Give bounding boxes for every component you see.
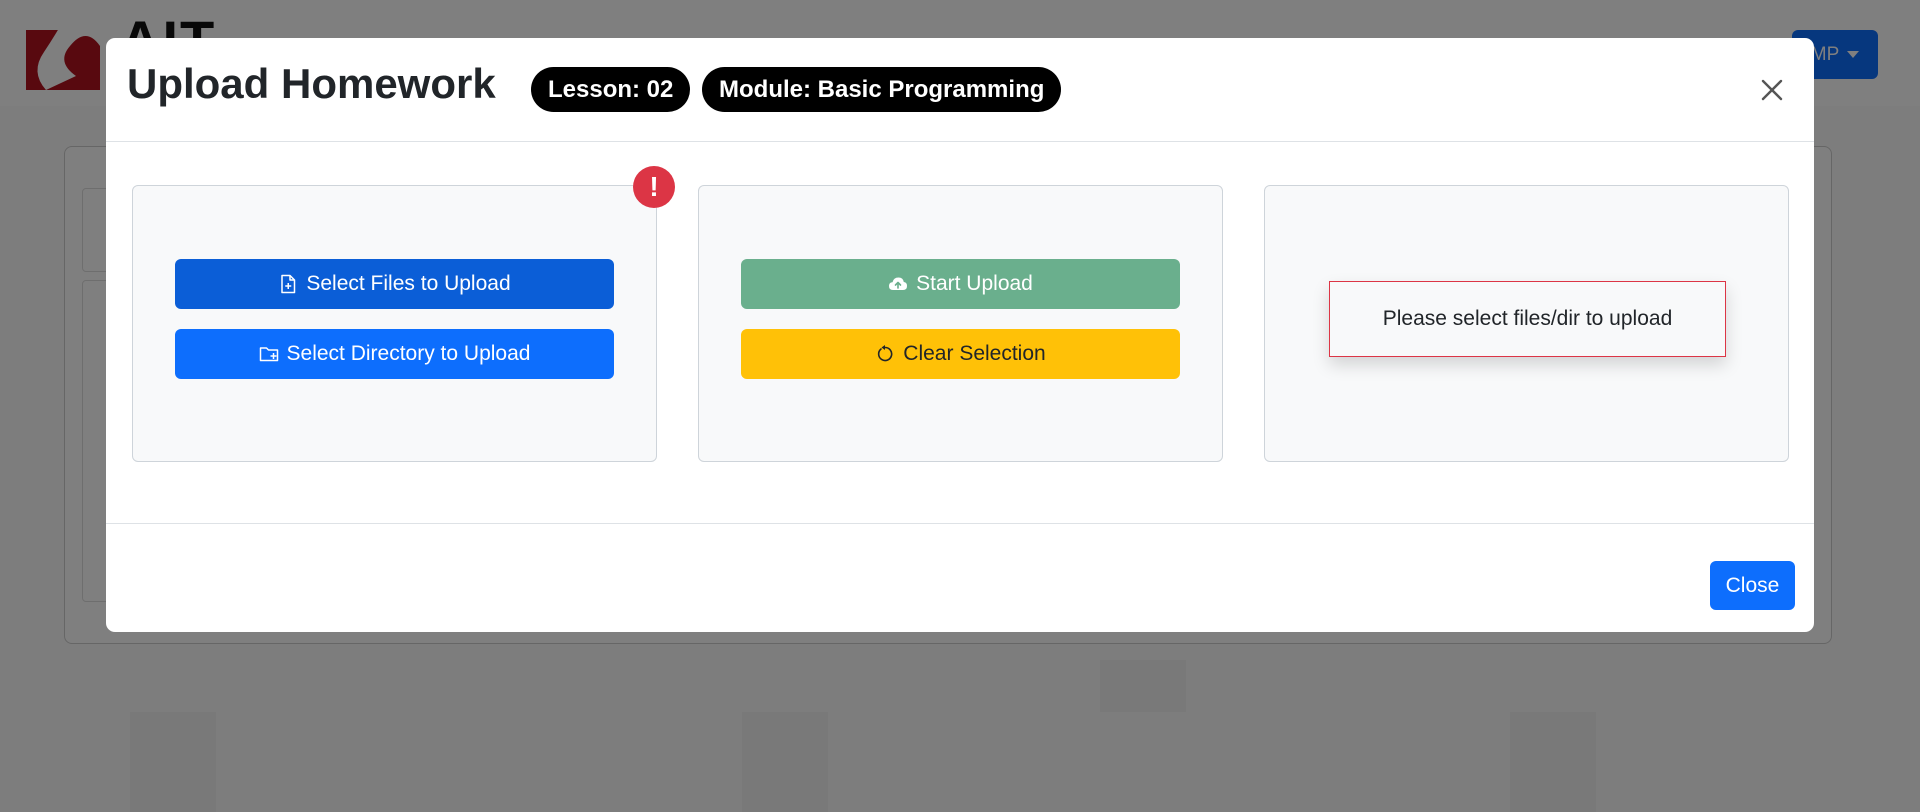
module-badge: Module: Basic Programming bbox=[702, 67, 1062, 112]
clear-selection-label: Clear Selection bbox=[903, 342, 1046, 365]
upload-homework-modal: Upload Homework Lesson: 02 Module: Basic… bbox=[106, 38, 1814, 632]
upload-actions-panel: Start Upload Clear Selection bbox=[698, 185, 1223, 462]
cloud-upload-icon bbox=[889, 277, 908, 290]
select-files-button[interactable]: Select Files to Upload bbox=[175, 259, 614, 309]
modal-body: Select Files to Upload Select Directory … bbox=[106, 143, 1814, 523]
select-directory-button[interactable]: Select Directory to Upload bbox=[175, 329, 614, 379]
file-plus-icon bbox=[281, 274, 296, 294]
folder-plus-icon bbox=[259, 347, 278, 362]
status-panel: Please select files/dir to upload bbox=[1264, 185, 1789, 462]
modal-header: Upload Homework Lesson: 02 Module: Basic… bbox=[106, 38, 1814, 142]
status-message: Please select files/dir to upload bbox=[1329, 281, 1726, 357]
lesson-badge: Lesson: 02 bbox=[531, 67, 691, 112]
close-button[interactable]: Close bbox=[1710, 561, 1795, 610]
exclamation-icon: ! bbox=[633, 166, 675, 208]
file-selection-panel: Select Files to Upload Select Directory … bbox=[132, 185, 657, 462]
refresh-icon bbox=[878, 345, 893, 362]
start-upload-button[interactable]: Start Upload bbox=[741, 259, 1180, 309]
close-icon[interactable] bbox=[1756, 74, 1788, 106]
modal-footer: Close bbox=[106, 523, 1814, 632]
modal-title: Upload Homework bbox=[127, 60, 496, 107]
select-directory-label: Select Directory to Upload bbox=[286, 342, 531, 365]
clear-selection-button[interactable]: Clear Selection bbox=[741, 329, 1180, 379]
select-files-label: Select Files to Upload bbox=[306, 272, 511, 295]
start-upload-label: Start Upload bbox=[916, 272, 1033, 295]
